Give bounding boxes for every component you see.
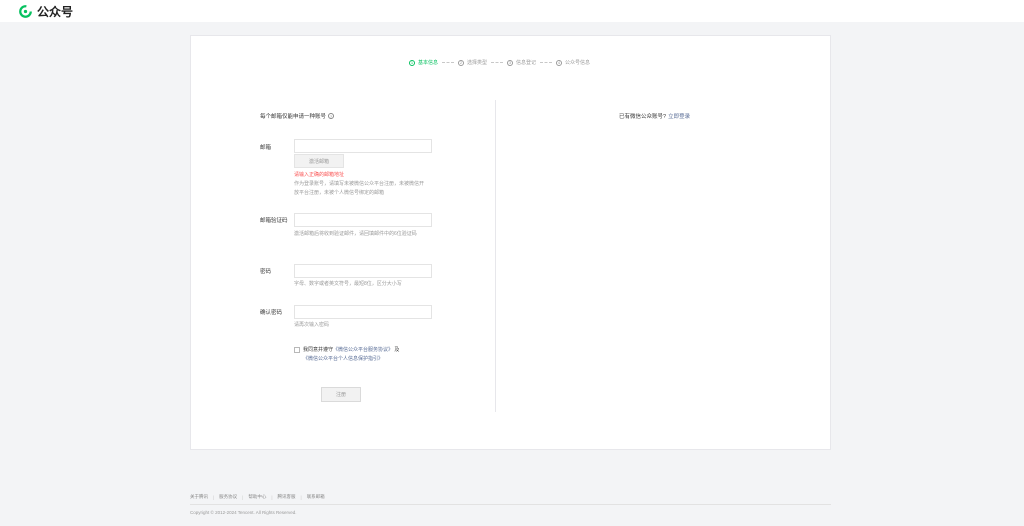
footer-link-help[interactable]: 帮助中心	[248, 494, 266, 500]
footer-link-contact[interactable]: 联系邮箱	[307, 494, 325, 500]
agreement-checkbox[interactable]	[294, 347, 300, 353]
step-account-info: 4 公众号信息	[556, 59, 590, 66]
step-number: 3	[507, 59, 514, 66]
confirm-password-field[interactable]	[294, 305, 432, 319]
privacy-guide-link[interactable]: 《微信公众平台个人信息保护指引》	[303, 356, 383, 362]
progress-steps: 1 基本信息 2 选择类型 3 信息登记 4 公众号信息	[409, 59, 590, 66]
footer-link-agreement[interactable]: 服务协议	[219, 494, 237, 500]
footer-link-support[interactable]: 腾讯客服	[278, 494, 296, 500]
vertical-divider	[495, 100, 496, 412]
form-heading: 每个邮箱仅能申请一种账号 ?	[260, 112, 335, 120]
copyright-text: Copyright © 2012-2024 Tencent. All Right…	[190, 510, 297, 515]
confirm-password-hint: 请再次输入密码	[294, 322, 330, 328]
footer-divider	[190, 504, 831, 505]
wechat-official-account-logo-icon	[19, 5, 32, 18]
email-error-message: 请输入正确的邮箱地址	[294, 172, 345, 178]
step-label: 信息登记	[516, 60, 537, 66]
service-agreement-link[interactable]: 《微信公众平台服务协议》	[333, 347, 393, 353]
verify-code-field[interactable]	[294, 213, 432, 227]
footer-separator: |	[213, 494, 215, 500]
step-number: 4	[556, 59, 563, 66]
agreement-text: 我同意并遵守《微信公众平台服务协议》 及 《微信公众平台个人信息保护指引》	[303, 346, 479, 363]
step-registration: 3 信息登记	[507, 59, 536, 66]
step-label: 公众号信息	[565, 60, 591, 66]
email-label: 邮箱	[260, 145, 272, 151]
question-circle-icon[interactable]: ?	[328, 113, 335, 119]
footer-link-about[interactable]: 关于腾讯	[190, 494, 208, 500]
confirm-password-label: 确认密码	[260, 310, 283, 316]
step-label: 基本信息	[418, 60, 439, 66]
brand-logo[interactable]: 公众号	[18, 3, 73, 20]
step-label: 选择类型	[467, 60, 488, 66]
footer-links: 关于腾讯 | 服务协议 | 帮助中心 | 腾讯客服 | 联系邮箱	[190, 494, 325, 500]
form-heading-text: 每个邮箱仅能申请一种账号	[260, 114, 327, 120]
brand-name: 公众号	[37, 5, 74, 19]
step-number: 1	[409, 59, 415, 66]
step-connector	[442, 62, 455, 63]
password-hint: 字母、数字或者英文符号，最短8位，区分大小写	[294, 281, 402, 287]
register-card: 1 基本信息 2 选择类型 3 信息登记 4 公众号信息 每个邮箱仅能申请一种账…	[190, 35, 831, 450]
activate-email-button[interactable]: 激活邮箱	[294, 154, 344, 168]
verify-code-label: 邮箱验证码	[260, 218, 288, 224]
step-connector	[540, 62, 553, 63]
step-number: 2	[458, 59, 465, 66]
step-choose-type: 2 选择类型	[458, 59, 487, 66]
top-header: 公众号	[0, 0, 1024, 22]
step-connector	[491, 62, 504, 63]
agreement-row: 我同意并遵守《微信公众平台服务协议》 及 《微信公众平台个人信息保护指引》	[294, 346, 479, 363]
password-field[interactable]	[294, 264, 432, 278]
agreement-prefix: 我同意并遵守	[303, 347, 334, 353]
agreement-conjunction: 及	[393, 347, 400, 353]
footer-separator: |	[242, 494, 244, 500]
verify-code-hint: 激活邮箱后将收到验证邮件，请回填邮件中的6位验证码	[294, 231, 417, 237]
login-hint-text: 已有微信公众账号?	[619, 114, 667, 120]
login-link[interactable]: 立即登录	[668, 114, 690, 120]
password-label: 密码	[260, 269, 272, 275]
register-button[interactable]: 注册	[321, 387, 361, 402]
email-hint: 作为登录账号，请填写未被微信公众平台注册，未被微信开放平台注册，未被个人微信号绑…	[294, 181, 425, 196]
footer-separator: |	[300, 494, 302, 500]
login-hint: 已有微信公众账号? 立即登录	[619, 112, 690, 120]
step-basic-info: 1 基本信息	[409, 59, 438, 66]
email-field[interactable]	[294, 139, 432, 153]
footer-separator: |	[271, 494, 273, 500]
